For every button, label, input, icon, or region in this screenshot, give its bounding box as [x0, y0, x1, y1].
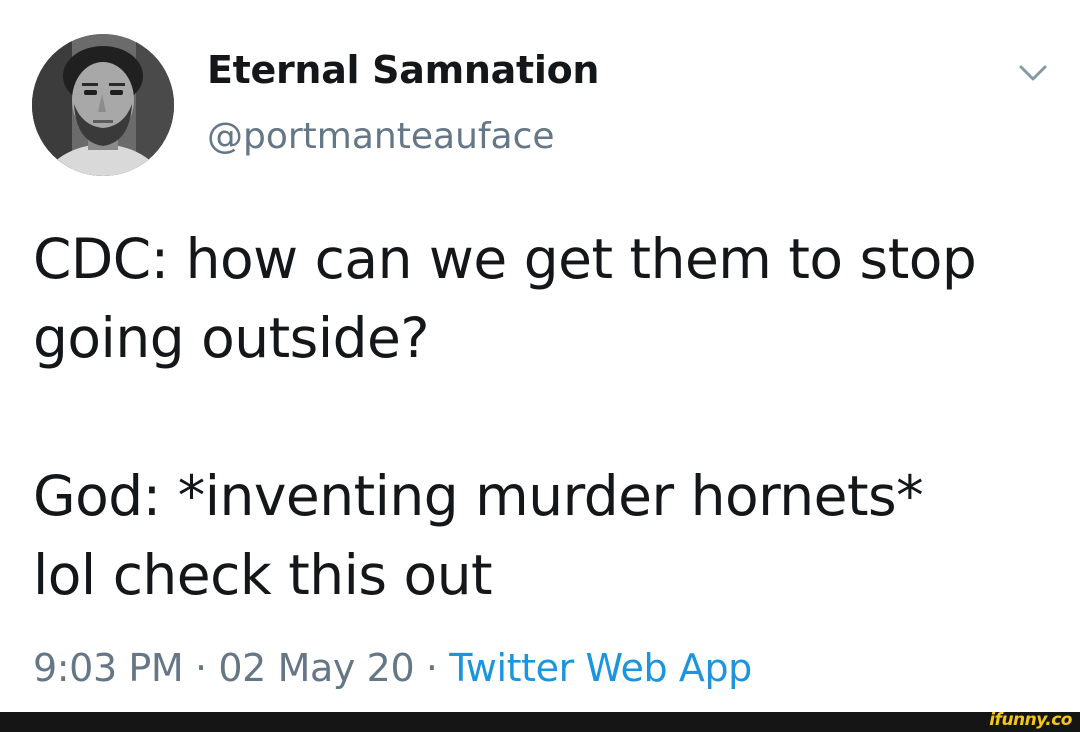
- tweet-card: Eternal Samnation @portmanteauface CDC: …: [0, 0, 1080, 712]
- ifunny-watermark: ifunny.co: [989, 710, 1072, 730]
- chevron-down-icon[interactable]: [1016, 60, 1050, 86]
- tweet-source-link[interactable]: Twitter Web App: [449, 646, 752, 690]
- user-handle[interactable]: @portmanteauface: [207, 116, 555, 157]
- meta-separator: ·: [425, 646, 438, 690]
- tweet-date[interactable]: 02 May 20: [218, 646, 414, 690]
- tweet-meta: 9:03 PM · 02 May 20 · Twitter Web App: [33, 646, 752, 690]
- tweet-text: CDC: how can we get them to stop going o…: [33, 227, 977, 607]
- tweet-time[interactable]: 9:03 PM: [33, 646, 184, 690]
- avatar-photo: [32, 34, 174, 176]
- display-name[interactable]: Eternal Samnation: [207, 48, 599, 92]
- avatar[interactable]: [32, 34, 174, 176]
- footer-bar: ifunny.co: [0, 710, 1080, 732]
- meta-separator: ·: [195, 646, 207, 690]
